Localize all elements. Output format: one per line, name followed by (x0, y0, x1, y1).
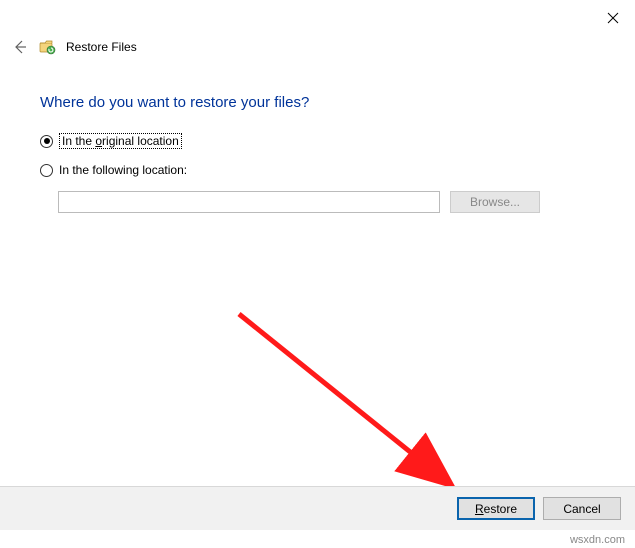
close-icon (607, 12, 619, 24)
back-button[interactable] (12, 39, 28, 55)
label-prefix: In the (62, 134, 95, 148)
back-arrow-icon (12, 39, 28, 55)
annotation-arrow-icon (235, 310, 475, 510)
radio-original-location[interactable]: In the original location (40, 133, 595, 149)
dialog-footer: Restore Cancel (0, 486, 635, 530)
cancel-button[interactable]: Cancel (543, 497, 621, 520)
restore-files-icon (38, 38, 56, 56)
window-title: Restore Files (66, 40, 137, 54)
restore-path-input[interactable] (58, 191, 440, 213)
radio-following-location[interactable]: In the following location: (40, 163, 595, 177)
radio-following-label: In the following location: (59, 163, 187, 177)
radio-original-label: In the original location (59, 133, 182, 149)
radio-icon-unselected (40, 164, 53, 177)
restore-button[interactable]: Restore (457, 497, 535, 520)
close-button[interactable] (603, 8, 623, 28)
label-suffix: riginal location (102, 134, 179, 148)
radio-icon-selected (40, 135, 53, 148)
btn-accel: R (475, 502, 484, 516)
btn-suffix: estore (484, 502, 517, 516)
browse-button: Browse... (450, 191, 540, 213)
watermark-text: wsxdn.com (570, 534, 625, 546)
page-heading: Where do you want to restore your files? (40, 94, 595, 111)
